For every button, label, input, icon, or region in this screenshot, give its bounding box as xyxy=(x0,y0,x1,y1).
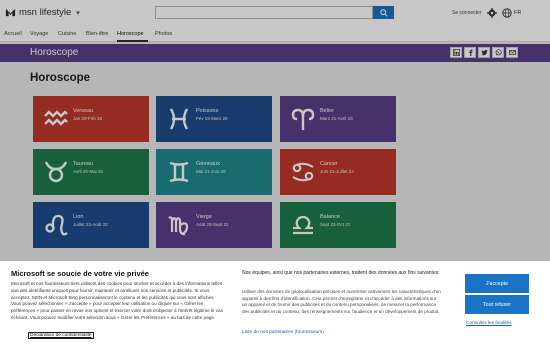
sign-dates: Mars 21-Avril 19 xyxy=(320,116,353,121)
facebook-icon xyxy=(468,49,473,56)
sign-tile-gemeaux[interactable]: Gémeaux Mai 21-Juin 20 xyxy=(156,149,272,195)
sign-in-link[interactable]: Se connecter xyxy=(452,10,481,16)
search-button[interactable] xyxy=(373,6,394,19)
nav-item-photos[interactable]: Photos xyxy=(155,31,172,37)
section-title: Horoscope xyxy=(30,47,79,58)
accept-button[interactable]: J'accepte xyxy=(465,274,529,293)
sign-dates: Juillet 23-Août 22 xyxy=(73,222,108,227)
sign-dates: Avril 20-Mai 20 xyxy=(73,169,103,174)
nav-active-indicator xyxy=(117,40,148,42)
privacy-statement-link[interactable]: Déclaration de confidentialité xyxy=(28,332,94,339)
sign-dates: Août 23-Sept 22 xyxy=(196,222,229,227)
linkedin-share-button[interactable] xyxy=(450,47,462,58)
sign-name: Cancer xyxy=(320,161,338,167)
whatsapp-share-button[interactable] xyxy=(492,47,504,58)
sign-dates: Mai 21-Juin 20 xyxy=(196,169,226,174)
sign-tile-vierge[interactable]: Vierge Août 23-Sept 22 xyxy=(156,202,272,248)
sign-name: Vierge xyxy=(196,214,212,220)
facebook-share-button[interactable] xyxy=(464,47,476,58)
consent-body: Microsoft et nos fournisseurs tiers util… xyxy=(11,281,223,320)
page-heading: Horoscope xyxy=(30,72,91,84)
refuse-all-button[interactable]: Tout refuser xyxy=(465,295,529,314)
sign-dates: Sept 23-Oct 22 xyxy=(320,222,351,227)
chevron-down-icon[interactable]: ▾ xyxy=(76,9,80,17)
sign-dates: Fév 19-Mars 20 xyxy=(196,116,228,121)
globe-icon[interactable] xyxy=(502,8,512,18)
twitter-share-button[interactable] xyxy=(478,47,490,58)
msn-butterfly-icon xyxy=(5,8,16,17)
sign-tile-balance[interactable]: Balance Sept 23-Oct 22 xyxy=(280,202,396,248)
msn-logo[interactable]: msn lifestyle ▾ xyxy=(5,7,80,18)
nav-item-horoscope[interactable]: Horoscope xyxy=(117,31,144,37)
sign-tile-poissons[interactable]: Poissons Fév 19-Mars 20 xyxy=(156,96,272,142)
sign-name: Poissons xyxy=(196,108,219,114)
top-bar: msn lifestyle ▾ Se connecter FR xyxy=(0,0,550,28)
category-nav: Accueil Voyage Cuisine Bien-être Horosco… xyxy=(0,28,550,42)
nav-item-cuisine[interactable]: Cuisine xyxy=(58,31,76,37)
consent-title: Microsoft se soucie de votre vie privée xyxy=(11,269,149,278)
whatsapp-icon xyxy=(495,49,502,56)
partners-list-link[interactable]: Liste de nos partenaires (fournisseurs) xyxy=(242,330,324,335)
sign-dates: Jan 20-Feb 18 xyxy=(73,116,103,121)
logo-text: msn lifestyle xyxy=(19,7,72,18)
sign-name: Balance xyxy=(320,214,340,220)
sign-tile-taureau[interactable]: Taureau Avril 20-Mai 20 xyxy=(33,149,149,195)
sign-name: Lion xyxy=(73,214,84,220)
sign-tile-cancer[interactable]: Cancer Juin 21-Juillet 22 xyxy=(280,149,396,195)
nav-item-voyage[interactable]: Voyage xyxy=(30,31,48,37)
linkedin-icon xyxy=(452,49,460,56)
cancer-icon xyxy=(292,162,314,182)
search-icon xyxy=(379,8,388,17)
sign-tile-verseau[interactable]: Verseau Jan 20-Feb 18 xyxy=(33,96,149,142)
sign-dates: Juin 21-Juillet 22 xyxy=(320,169,354,174)
sign-tile-lion[interactable]: Lion Juillet 23-Août 22 xyxy=(33,202,149,248)
sign-name: Verseau xyxy=(73,108,94,114)
libra-icon xyxy=(293,215,313,235)
language-selector[interactable]: FR xyxy=(514,10,521,16)
sign-name: Taureau xyxy=(73,161,93,167)
nav-item-accueil[interactable]: Accueil xyxy=(4,31,22,37)
gemini-icon xyxy=(169,161,189,183)
nav-item-bien-etre[interactable]: Bien-être xyxy=(86,31,108,37)
sign-name: Gémeaux xyxy=(196,161,220,167)
sign-name: Bélier xyxy=(320,108,335,114)
consent-purposes-body: Utiliser des données de géolocalisation … xyxy=(242,289,441,314)
consent-purposes-title: Nos équipes, ainsi que nos partenaires e… xyxy=(242,270,440,276)
virgo-icon xyxy=(168,216,189,236)
aries-icon xyxy=(291,108,315,130)
sign-tile-belier[interactable]: Bélier Mars 21-Avril 19 xyxy=(280,96,396,142)
twitter-icon xyxy=(480,49,488,56)
mail-share-button[interactable] xyxy=(506,47,518,58)
leo-icon xyxy=(45,214,68,236)
mail-icon xyxy=(508,50,516,55)
view-purposes-link[interactable]: Consulter les finalités xyxy=(466,321,512,326)
taurus-icon xyxy=(44,161,68,183)
gear-icon[interactable] xyxy=(487,8,497,18)
pisces-icon xyxy=(169,108,189,130)
aquarius-icon xyxy=(44,110,68,126)
search-input[interactable] xyxy=(155,6,373,19)
